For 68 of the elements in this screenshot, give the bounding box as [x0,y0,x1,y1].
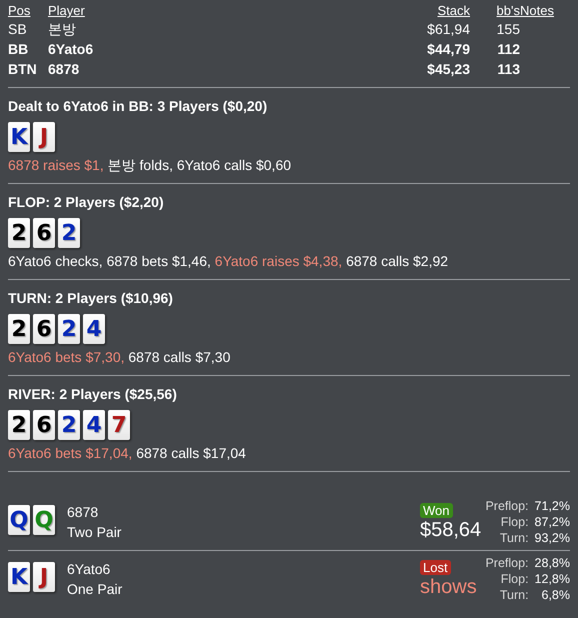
table-cell-text: 155 [496,20,520,39]
playing-card: 2 [58,410,80,440]
equity-label: Turn: [498,530,529,546]
table-cell-text: BB [8,40,30,59]
column-header[interactable]: Notes [520,2,570,19]
hand-rank: Two Pair [67,523,122,542]
result-badge: Lost [420,560,451,574]
playing-card: K [8,562,30,592]
equity-label: Preflop: [484,498,529,514]
playing-card: 2 [8,410,30,440]
street-title: FLOP: 2 Players ($2,20) [8,193,165,211]
hand-rank: One Pair [67,580,124,599]
playing-card: 4 [83,314,105,344]
action-text: 6878 calls $17,04 [136,445,246,461]
player-name: 6Yato6 [67,560,112,579]
action-text: 6878 calls $7,30 [128,349,230,365]
street-title: Dealt to 6Yato6 in BB: 3 Players ($0,20) [8,97,268,115]
player-name: 6878 [67,503,100,522]
equity-value: 93,2% [534,530,570,546]
playing-card: 7 [108,410,130,440]
playing-card: 6 [33,218,55,248]
equity-label: Preflop: [484,555,529,571]
table-cell-text: $44,79 [426,40,470,59]
playing-card: J [33,122,55,152]
action-text: 6878 raises $1, [8,157,104,173]
result-amount: $58,64 [420,518,482,542]
equity-label: Flop: [500,571,529,587]
column-header[interactable]: Pos [8,2,48,19]
action-text: 본방 folds, 6Yato6 calls $0,60 [108,157,292,173]
column-header[interactable]: Stack [380,2,470,19]
table-cell-text: $61,94 [426,20,470,39]
column-header[interactable]: bb's [470,2,520,19]
playing-card: Q [33,505,55,535]
playing-card: 4 [83,410,105,440]
table-cell-text: 6878 [48,60,80,79]
table-cell-text: SB [8,20,28,39]
playing-card: 2 [58,218,80,248]
equity-label: Flop: [500,514,529,530]
table-cell-text: $45,23 [426,60,470,79]
table-cell-text: 112 [496,40,520,59]
equity-value: 6,8% [540,587,570,603]
result-amount: shows [420,574,477,598]
equity-value: 87,2% [534,514,570,530]
action-text: 6Yato6 bets $7,30, [8,349,124,365]
action-text: 6878 calls $2,92 [346,253,448,269]
playing-card: 6 [33,314,55,344]
result-badge: Won [420,502,452,518]
street-title: TURN: 2 Players ($10,96) [8,289,174,307]
street-title: RIVER: 2 Players ($25,56) [8,385,178,403]
playing-card: K [8,122,30,152]
playing-card: J [33,562,55,592]
action-text: 6Yato6 raises $4,38, [214,253,342,269]
column-header[interactable]: Player [48,2,380,19]
table-cell-text: 6Yato6 [48,40,94,59]
action-text: 6Yato6 bets $17,04, [8,445,132,461]
playing-card: 2 [8,218,30,248]
equity-value: 71,2% [534,498,570,514]
playing-card: Q [8,505,30,535]
playing-card: 2 [8,314,30,344]
action-text: 6Yato6 checks, 6878 bets $1,46, [8,253,211,269]
playing-card: 6 [33,410,55,440]
table-cell-text: 본방 [48,20,77,39]
playing-card: 2 [58,314,80,344]
equity-label: Turn: [498,587,529,603]
table-cell-text: BTN [8,60,38,79]
equity-value: 12,8% [534,571,570,587]
table-cell-text: 113 [496,60,520,79]
equity-value: 28,8% [534,555,570,571]
